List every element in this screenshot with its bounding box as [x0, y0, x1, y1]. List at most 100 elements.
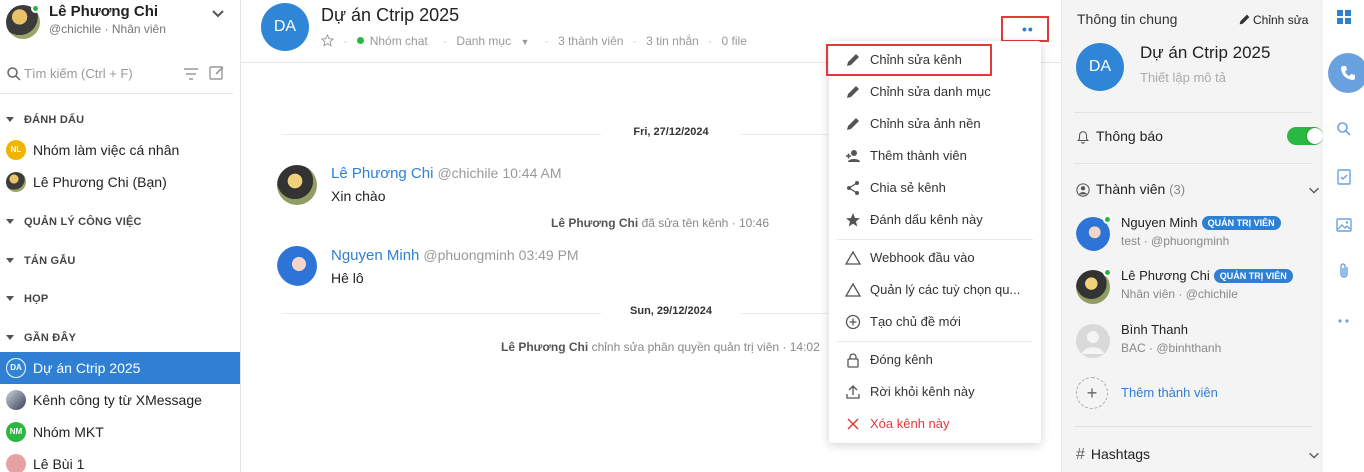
- pencil-icon: [847, 54, 859, 66]
- notification-toggle[interactable]: [1287, 127, 1323, 145]
- channel-category-select[interactable]: Danh mục ▼: [456, 34, 535, 48]
- divider: [1074, 426, 1312, 427]
- avatar[interactable]: [277, 246, 317, 286]
- section-chat[interactable]: TÁN GẪU: [6, 255, 76, 275]
- sidebar-item-personal-group[interactable]: NL Nhóm làm việc cá nhân: [0, 134, 240, 166]
- paperclip-icon[interactable]: [1335, 262, 1353, 280]
- channel-avatar[interactable]: DA: [1076, 43, 1124, 91]
- channel-message-count: 3 tin nhắn: [646, 34, 699, 48]
- caret-down-icon: [6, 219, 14, 224]
- menu-item-manage-options[interactable]: Quản lý các tuỳ chọn qu...: [829, 274, 1041, 306]
- compose-icon[interactable]: [208, 64, 226, 82]
- menu-item-add-member[interactable]: Thêm thành viên: [829, 140, 1041, 172]
- avatar[interactable]: [277, 165, 317, 205]
- avatar: NM: [6, 422, 26, 442]
- sidebar-item-self[interactable]: Lê Phương Chi (Bạn): [0, 166, 240, 198]
- menu-item-webhook[interactable]: Webhook đầu vào: [829, 242, 1041, 274]
- star-icon: [846, 213, 860, 227]
- search-icon[interactable]: [1335, 120, 1353, 138]
- search-bar[interactable]: Tìm kiếm (Ctrl + F): [6, 62, 234, 86]
- user-subtitle: @chichile · Nhân viên: [49, 22, 166, 36]
- more-options-button[interactable]: ••: [1001, 16, 1049, 42]
- channel-member-count[interactable]: 3 thành viên: [558, 34, 623, 48]
- star-icon[interactable]: [320, 33, 335, 48]
- member-item[interactable]: Bình Thanh BAC · @binhthanh: [1076, 320, 1316, 362]
- online-indicator: [1103, 215, 1112, 224]
- close-icon: [847, 418, 859, 430]
- section-bookmarked[interactable]: ĐÁNH DẤU: [6, 114, 84, 134]
- image-icon[interactable]: [1335, 216, 1353, 234]
- menu-item-close-channel[interactable]: Đóng kênh: [829, 344, 1041, 376]
- admin-badge: QUẢN TRỊ VIÊN: [1213, 269, 1293, 283]
- admin-badge: QUẢN TRỊ VIÊN: [1201, 216, 1281, 230]
- grid-icon[interactable]: [1335, 8, 1353, 26]
- upload-icon: [846, 385, 860, 399]
- message-author[interactable]: Lê Phương Chi @chichile 10:44 AM: [331, 165, 562, 182]
- filter-icon[interactable]: [182, 65, 200, 83]
- user-header[interactable]: Lê Phương Chi @chichile · Nhân viên: [0, 0, 240, 48]
- avatar: [6, 454, 26, 472]
- channel-meta: · Nhóm chat · Danh mục ▼ · 3 thành viên …: [320, 33, 753, 48]
- pencil-icon: [847, 118, 859, 130]
- menu-divider: [837, 341, 1033, 342]
- sidebar-item-label: Lê Phương Chi (Bạn): [33, 174, 167, 190]
- section-work[interactable]: QUẢN LÝ CÔNG VIỆC: [6, 216, 142, 236]
- menu-item-leave-channel[interactable]: Rời khỏi kênh này: [829, 376, 1041, 408]
- menu-item-delete-channel[interactable]: Xóa kênh này: [829, 408, 1041, 440]
- channel-title: Dự án Ctrip 2025: [321, 5, 460, 25]
- webhook-icon: [845, 250, 861, 265]
- menu-item-edit-background[interactable]: Chỉnh sửa ảnh nền: [829, 108, 1041, 140]
- chevron-down-icon[interactable]: [1307, 448, 1321, 462]
- chevron-down-icon[interactable]: [210, 6, 226, 22]
- plus-circle-icon: [845, 314, 861, 330]
- more-dots-icon: ••: [1022, 21, 1034, 37]
- section-meeting[interactable]: HỌP: [6, 293, 48, 313]
- task-icon[interactable]: [1335, 168, 1353, 186]
- menu-item-share-channel[interactable]: Chia sẻ kênh: [829, 172, 1041, 204]
- member-item[interactable]: Lê Phương Chi QUẢN TRỊ VIÊN Nhân viên · @…: [1076, 266, 1316, 308]
- edit-info-button[interactable]: Chỉnh sửa: [1238, 13, 1308, 27]
- search-input[interactable]: Tìm kiếm (Ctrl + F): [24, 66, 133, 81]
- channel-name: Dự án Ctrip 2025: [1140, 43, 1271, 62]
- info-panel: Thông tin chung Chỉnh sửa DA Dự án Ctrip…: [1061, 0, 1323, 472]
- user-icon: [1076, 183, 1090, 197]
- notification-row: Thông báo: [1076, 128, 1163, 144]
- user-name: Lê Phương Chi: [49, 3, 159, 20]
- avatar: NL: [6, 140, 26, 160]
- sidebar-item-mkt-group[interactable]: NM Nhóm MKT: [0, 416, 240, 448]
- left-sidebar: Lê Phương Chi @chichile · Nhân viên Tìm …: [0, 0, 241, 472]
- caret-down-icon: [6, 117, 14, 122]
- divider: [1074, 163, 1312, 164]
- sidebar-item-company-channel[interactable]: Kênh công ty từ XMessage: [0, 384, 240, 416]
- user-placeholder-icon: [1082, 331, 1104, 354]
- message-author[interactable]: Nguyen Minh @phuongminh 03:49 PM: [331, 247, 579, 264]
- status-dot: [356, 37, 364, 44]
- channel-file-count[interactable]: 0 file: [722, 34, 747, 48]
- caret-down-icon: ▼: [520, 37, 530, 47]
- menu-item-new-topic[interactable]: Tạo chủ đề mới: [829, 306, 1041, 338]
- member-item[interactable]: Nguyen Minh QUẢN TRỊ VIÊN test · @phuongm…: [1076, 213, 1316, 255]
- divider: [0, 93, 233, 94]
- channel-type: Nhóm chat: [356, 34, 434, 48]
- avatar: [6, 172, 26, 192]
- more-icon[interactable]: [1335, 312, 1353, 330]
- menu-item-edit-category[interactable]: Chỉnh sửa danh mục: [829, 76, 1041, 108]
- search-icon: [7, 67, 21, 81]
- menu-divider: [837, 239, 1033, 240]
- pencil-icon: [1239, 14, 1250, 25]
- bell-icon: [1077, 131, 1089, 144]
- add-member-button[interactable]: + Thêm thành viên: [1076, 377, 1316, 409]
- call-button[interactable]: [1328, 53, 1364, 93]
- channel-description[interactable]: Thiết lập mô tả: [1140, 70, 1226, 85]
- chevron-down-icon[interactable]: [1307, 183, 1321, 197]
- hashtags-header[interactable]: # Hashtags: [1076, 446, 1150, 464]
- channel-avatar[interactable]: DA: [261, 3, 309, 51]
- online-indicator: [31, 4, 40, 13]
- sidebar-item-ctrip-2025[interactable]: DA Dự án Ctrip 2025: [0, 352, 240, 384]
- members-header[interactable]: Thành viên (3): [1076, 181, 1185, 197]
- avatar: DA: [6, 358, 26, 378]
- menu-item-bookmark[interactable]: Đánh dấu kênh này: [829, 204, 1041, 236]
- sidebar-item-le-bui[interactable]: Lê Bùi 1: [0, 448, 240, 472]
- menu-item-edit-channel[interactable]: Chỉnh sửa kênh: [826, 44, 992, 76]
- section-recent[interactable]: GẦN ĐÂY: [6, 332, 76, 352]
